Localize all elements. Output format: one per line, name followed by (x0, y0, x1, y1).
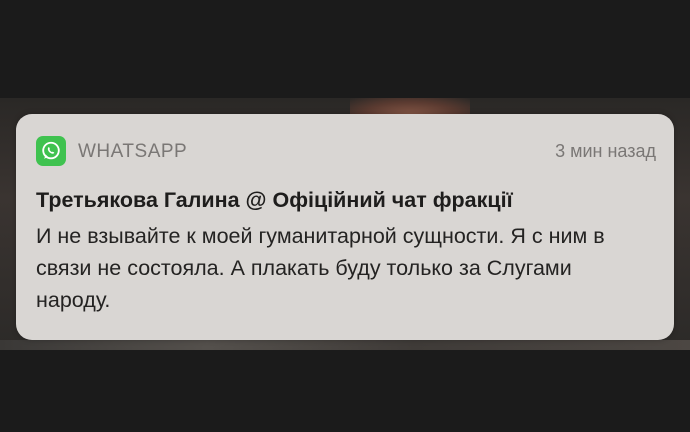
wallpaper-strip (0, 340, 690, 350)
notification-header: WHATSAPP 3 мин назад (36, 136, 656, 166)
notification-time: 3 мин назад (555, 141, 656, 161)
notification-title: Третьякова Галина @ Офіційний чат фракці… (36, 188, 513, 212)
notification-card[interactable]: WHATSAPP 3 мин назад Третьякова Галина @… (16, 114, 674, 340)
lock-screen: WHATSAPP 3 мин назад Третьякова Галина @… (0, 0, 690, 432)
notification-message: И не взывайте к моей гуманитарной сущнос… (36, 224, 605, 312)
whatsapp-glyph (42, 141, 60, 160)
app-name: WHATSAPP (78, 141, 188, 162)
whatsapp-icon (36, 136, 66, 166)
